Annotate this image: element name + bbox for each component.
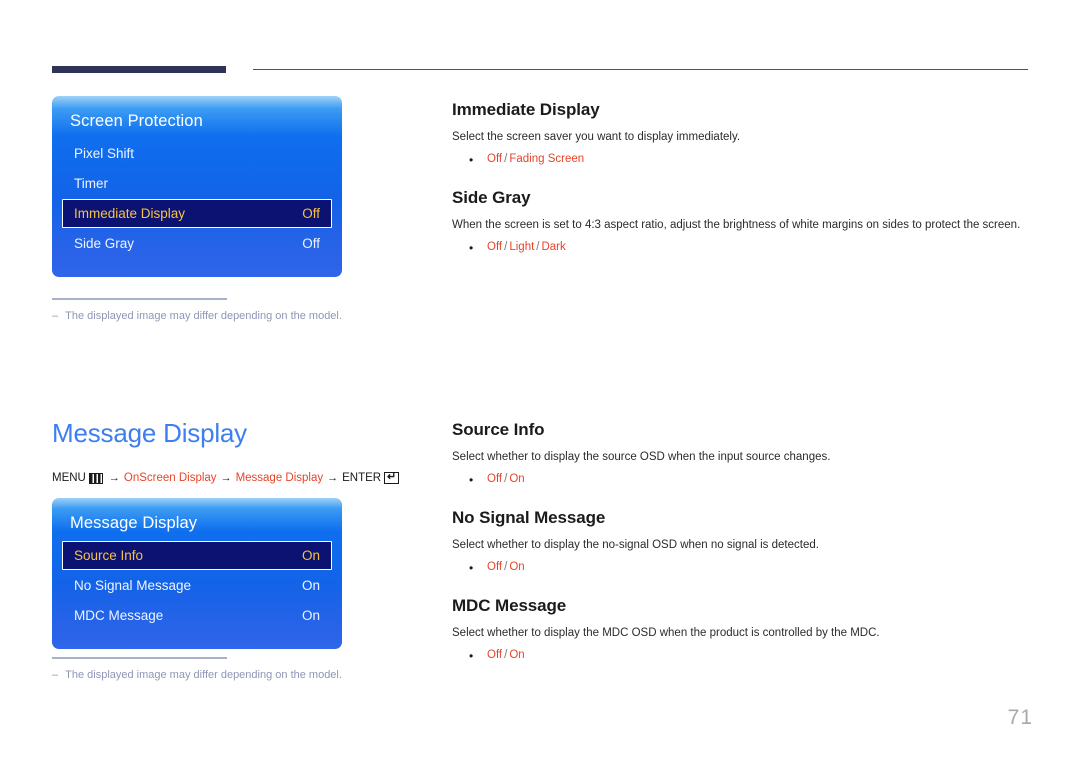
article-option-list: • Off / On <box>452 471 1042 489</box>
osd-row-label: Side Gray <box>74 236 135 251</box>
page-title-message-display: Message Display <box>52 418 247 448</box>
breadcrumb: MENU → OnScreen Display → Message Displa… <box>52 472 400 484</box>
osd-row-source-info[interactable]: Source Info On <box>62 541 332 570</box>
enter-return-icon <box>384 472 400 484</box>
osd-row-timer[interactable]: Timer <box>62 169 332 198</box>
footnote-dash: – <box>52 310 59 322</box>
bullet-icon: • <box>469 648 474 663</box>
header-rule-thick <box>52 66 226 73</box>
page-number: 71 <box>1007 706 1033 729</box>
option-values: Off / On <box>487 471 525 489</box>
osd-row-value: On <box>301 608 320 623</box>
osd-row-label: MDC Message <box>74 608 164 623</box>
option-value: On <box>509 648 525 661</box>
option-value: Dark <box>541 240 566 253</box>
breadcrumb-menu-label: MENU <box>52 472 86 484</box>
osd-row-list: Pixel Shift Timer Immediate Display Off … <box>52 139 342 277</box>
article-heading: No Signal Message <box>452 508 606 527</box>
osd-row-value: Off <box>302 236 320 251</box>
bullet-icon: • <box>469 240 474 255</box>
breadcrumb-enter-label: ENTER <box>342 472 382 484</box>
article-option-list: • Off / Fading Screen <box>452 151 1042 169</box>
bullet-icon: • <box>469 472 474 487</box>
option-value: Light <box>509 240 535 253</box>
osd-row-side-gray[interactable]: Side Gray Off <box>62 229 332 258</box>
osd-row-pixel-shift[interactable]: Pixel Shift <box>62 139 332 168</box>
footnote-text-row: – The displayed image may differ dependi… <box>52 668 382 682</box>
osd-row-value: Off <box>302 206 320 221</box>
article-body: Select whether to display the MDC OSD wh… <box>452 627 880 639</box>
footnote-text-row: – The displayed image may differ dependi… <box>52 309 382 323</box>
breadcrumb-item-onscreen-display[interactable]: OnScreen Display <box>124 472 217 484</box>
bullet-icon: • <box>469 560 474 575</box>
osd-row-label: Pixel Shift <box>74 146 135 161</box>
list-item: • Off / On <box>469 559 1042 577</box>
footnote-screen-protection: – The displayed image may differ dependi… <box>52 298 382 323</box>
footnote-rule <box>52 657 227 659</box>
option-value: Off <box>487 648 503 661</box>
breadcrumb-arrow: → <box>220 472 232 484</box>
osd-title: Message Display <box>70 514 198 532</box>
osd-row-label: No Signal Message <box>74 578 192 593</box>
list-item: • Off / On <box>469 471 1042 489</box>
osd-row-value: On <box>301 548 320 563</box>
osd-row-no-signal-message[interactable]: No Signal Message On <box>62 571 332 600</box>
list-item: • Off / Fading Screen <box>469 151 1042 169</box>
breadcrumb-item-message-display[interactable]: Message Display <box>236 472 324 484</box>
option-value: On <box>509 472 525 485</box>
list-item: • Off / On <box>469 647 1042 665</box>
article-option-list: • Off / Light / Dark <box>452 239 1042 257</box>
article-heading: Immediate Display <box>452 100 600 119</box>
article-body: When the screen is set to 4:3 aspect rat… <box>452 219 1021 231</box>
option-values: Off / Light / Dark <box>487 239 566 257</box>
footnote-text: The displayed image may differ depending… <box>65 310 342 322</box>
article-option-list: • Off / On <box>452 559 1042 577</box>
option-value: Off <box>487 560 503 573</box>
osd-row-label: Immediate Display <box>74 206 186 221</box>
article-body: Select whether to display the source OSD… <box>452 451 831 463</box>
article-option-list: • Off / On <box>452 647 1042 665</box>
breadcrumb-arrow: → <box>327 472 339 484</box>
article-body: Select the screen saver you want to disp… <box>452 131 741 143</box>
header-rule-thin <box>253 69 1028 70</box>
list-item: • Off / Light / Dark <box>469 239 1042 257</box>
article-heading: Side Gray <box>452 188 531 207</box>
footnote-rule <box>52 298 227 300</box>
article-body: Select whether to display the no-signal … <box>452 539 819 551</box>
osd-row-list: Source Info On No Signal Message On MDC … <box>52 541 342 649</box>
article-immediate-display: Immediate Display Select the screen save… <box>452 100 1042 169</box>
option-value: Off <box>487 152 503 165</box>
article-no-signal-message: No Signal Message Select whether to disp… <box>452 508 1042 577</box>
bullet-icon: • <box>469 152 474 167</box>
footnote-text: The displayed image may differ depending… <box>65 669 342 681</box>
option-value: On <box>509 560 525 573</box>
osd-row-label: Source Info <box>74 548 144 563</box>
option-value: Off <box>487 472 503 485</box>
footnote-message-display: – The displayed image may differ dependi… <box>52 657 382 682</box>
osd-row-mdc-message[interactable]: MDC Message On <box>62 601 332 630</box>
option-values: Off / Fading Screen <box>487 151 584 169</box>
article-side-gray: Side Gray When the screen is set to 4:3 … <box>452 188 1042 257</box>
osd-row-immediate-display[interactable]: Immediate Display Off <box>62 199 332 228</box>
article-source-info: Source Info Select whether to display th… <box>452 420 1042 489</box>
option-value: Off <box>487 240 503 253</box>
osd-menu-screen-protection: Screen Protection Pixel Shift Timer Imme… <box>52 96 342 277</box>
option-value: Fading Screen <box>509 152 585 165</box>
article-heading: MDC Message <box>452 596 567 615</box>
article-mdc-message: MDC Message Select whether to display th… <box>452 596 1042 665</box>
osd-row-label: Timer <box>74 176 108 191</box>
osd-row-value: On <box>301 578 320 593</box>
option-values: Off / On <box>487 559 525 577</box>
footnote-dash: – <box>52 669 59 681</box>
option-values: Off / On <box>487 647 525 665</box>
breadcrumb-arrow: → <box>108 472 120 484</box>
article-heading: Source Info <box>452 420 545 439</box>
menu-grid-icon <box>88 472 103 484</box>
osd-menu-message-display: Message Display Source Info On No Signal… <box>52 498 342 649</box>
osd-title: Screen Protection <box>70 112 203 130</box>
